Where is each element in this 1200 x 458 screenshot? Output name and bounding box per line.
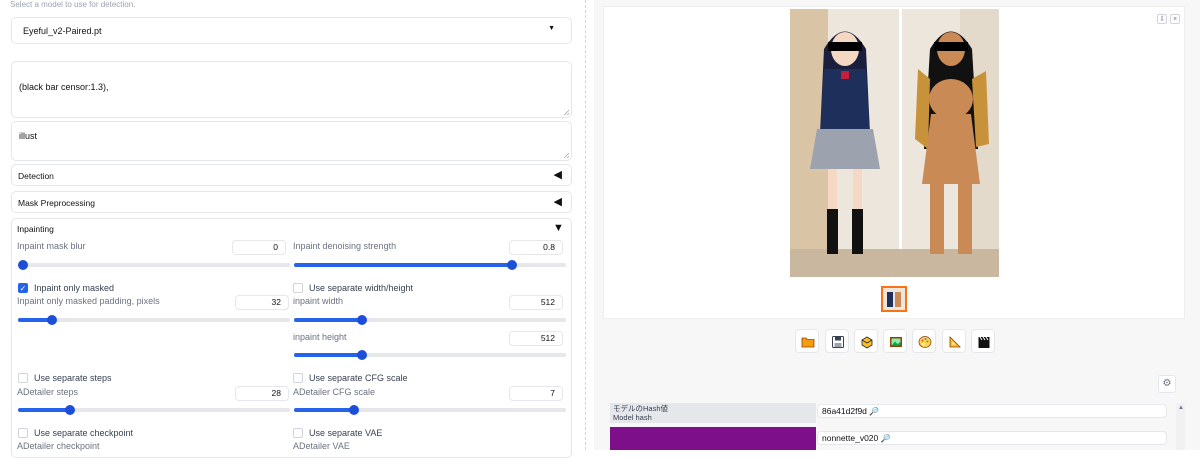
model-hash-label-box: モデルのHash値 Model hash [610, 403, 816, 423]
padding-slider[interactable] [18, 315, 290, 325]
package-icon [861, 336, 873, 349]
separate-wh-label: Use separate width/height [309, 283, 414, 293]
model-dropdown[interactable]: Eyeful_v2-Paired.pt ▼ [11, 17, 572, 44]
separate-steps-label: Use separate steps [34, 373, 112, 383]
only-masked-label: Inpaint only masked [34, 283, 115, 293]
model-name-value: nonnette_v020 [822, 433, 879, 443]
mask-blur-input[interactable]: 0 [232, 240, 286, 255]
expand-triangle-icon[interactable]: ▼ [553, 222, 564, 234]
thumbnail-figure-right [895, 292, 901, 307]
zip-button[interactable] [854, 329, 878, 353]
resize-grip-icon[interactable] [563, 109, 569, 115]
negative-prompt-textarea[interactable]: illust [11, 121, 572, 161]
width-slider[interactable] [294, 315, 566, 325]
prompt-textarea[interactable]: (black bar censor:1.3), [11, 61, 572, 118]
model-label-box [610, 427, 816, 450]
collapse-triangle-icon: ◀ [553, 169, 562, 181]
separate-vae-checkbox[interactable] [293, 428, 303, 438]
thumbnail-figure-left [887, 292, 893, 307]
cfg-input[interactable]: 7 [509, 386, 563, 401]
cfg-slider[interactable] [294, 405, 566, 415]
denoising-label: Inpaint denoising strength [293, 241, 397, 251]
floppy-disk-icon [832, 336, 844, 348]
separate-cfg-label: Use separate CFG scale [309, 373, 408, 383]
folder-icon [801, 337, 815, 348]
separate-checkpoint-label: Use separate checkpoint [34, 428, 134, 438]
detection-accordion[interactable]: Detection ◀ [11, 164, 572, 186]
clapper-board-icon [978, 336, 990, 348]
search-icon[interactable]: 🔎 [869, 407, 879, 416]
download-icon[interactable]: ⇩ [1157, 14, 1167, 24]
open-folder-button[interactable] [795, 329, 819, 353]
denoising-slider[interactable] [294, 260, 566, 270]
model-hash-field[interactable]: 86a41d2f9d 🔎 [817, 404, 1167, 418]
send-to-extras-button[interactable] [942, 329, 966, 353]
detection-label: Detection [18, 171, 54, 181]
close-icon[interactable]: × [1170, 14, 1180, 24]
negative-prompt-text: illust [19, 131, 38, 141]
extra-networks-button[interactable] [971, 329, 995, 353]
gallery-thumbnail[interactable] [881, 286, 907, 312]
model-name-field[interactable]: nonnette_v020 🔎 [817, 431, 1167, 445]
inpainting-panel [11, 218, 572, 458]
model-hash-label-en: Model hash [613, 413, 652, 422]
info-scrollbar[interactable]: ▲ [1176, 403, 1185, 450]
model-hash-value: 86a41d2f9d [822, 406, 867, 416]
dropdown-arrow-icon: ▼ [548, 25, 555, 32]
collapse-triangle-icon: ◀ [553, 196, 562, 208]
scroll-up-icon[interactable]: ▲ [1178, 405, 1184, 411]
send-to-img2img-button[interactable] [883, 329, 907, 353]
width-label: inpaint width [293, 296, 344, 306]
height-label: inpaint height [293, 332, 347, 342]
mask-blur-label: Inpaint mask blur [17, 241, 86, 251]
separate-vae-label: Use separate VAE [309, 428, 383, 438]
settings-gear-icon[interactable]: ⚙ [1158, 375, 1176, 393]
prompt-text: (black bar censor:1.3), [19, 82, 109, 92]
mask-blur-slider[interactable] [18, 260, 290, 270]
detection-hint: Select a model to use for detection. [10, 0, 136, 9]
resize-grip-icon[interactable] [563, 152, 569, 158]
padding-input[interactable]: 32 [235, 295, 289, 310]
only-masked-checkbox[interactable]: ✓ [18, 283, 28, 293]
width-input[interactable]: 512 [509, 295, 563, 310]
send-to-inpaint-button[interactable] [912, 329, 936, 353]
mask-preprocessing-label: Mask Preprocessing [18, 198, 96, 208]
model-selected: Eyeful_v2-Paired.pt [23, 26, 102, 36]
palette-icon [918, 336, 932, 348]
framed-picture-icon [890, 337, 902, 347]
height-slider[interactable] [294, 350, 566, 360]
save-button[interactable] [825, 329, 849, 353]
steps-input[interactable]: 28 [235, 386, 289, 401]
inpainting-title[interactable]: Inpainting [17, 224, 54, 234]
steps-slider[interactable] [18, 405, 290, 415]
model-hash-label-jp: モデルのHash値 [613, 404, 669, 413]
generated-image[interactable] [790, 9, 999, 277]
padding-label: Inpaint only masked padding, pixels [17, 296, 160, 306]
mask-preprocessing-accordion[interactable]: Mask Preprocessing ◀ [11, 191, 572, 213]
cfg-label: ADetailer CFG scale [293, 387, 376, 397]
column-divider [585, 0, 587, 450]
search-icon[interactable]: 🔎 [881, 434, 891, 443]
separate-steps-checkbox[interactable] [18, 373, 28, 383]
separate-wh-checkbox[interactable] [293, 283, 303, 293]
denoising-input[interactable]: 0.8 [509, 240, 563, 255]
separate-cfg-checkbox[interactable] [293, 373, 303, 383]
height-input[interactable]: 512 [509, 331, 563, 346]
steps-label: ADetailer steps [17, 387, 79, 397]
settings-panel: Select a model to use for detection. Eye… [0, 0, 585, 458]
separate-checkpoint-checkbox[interactable] [18, 428, 28, 438]
triangular-ruler-icon [949, 336, 961, 348]
